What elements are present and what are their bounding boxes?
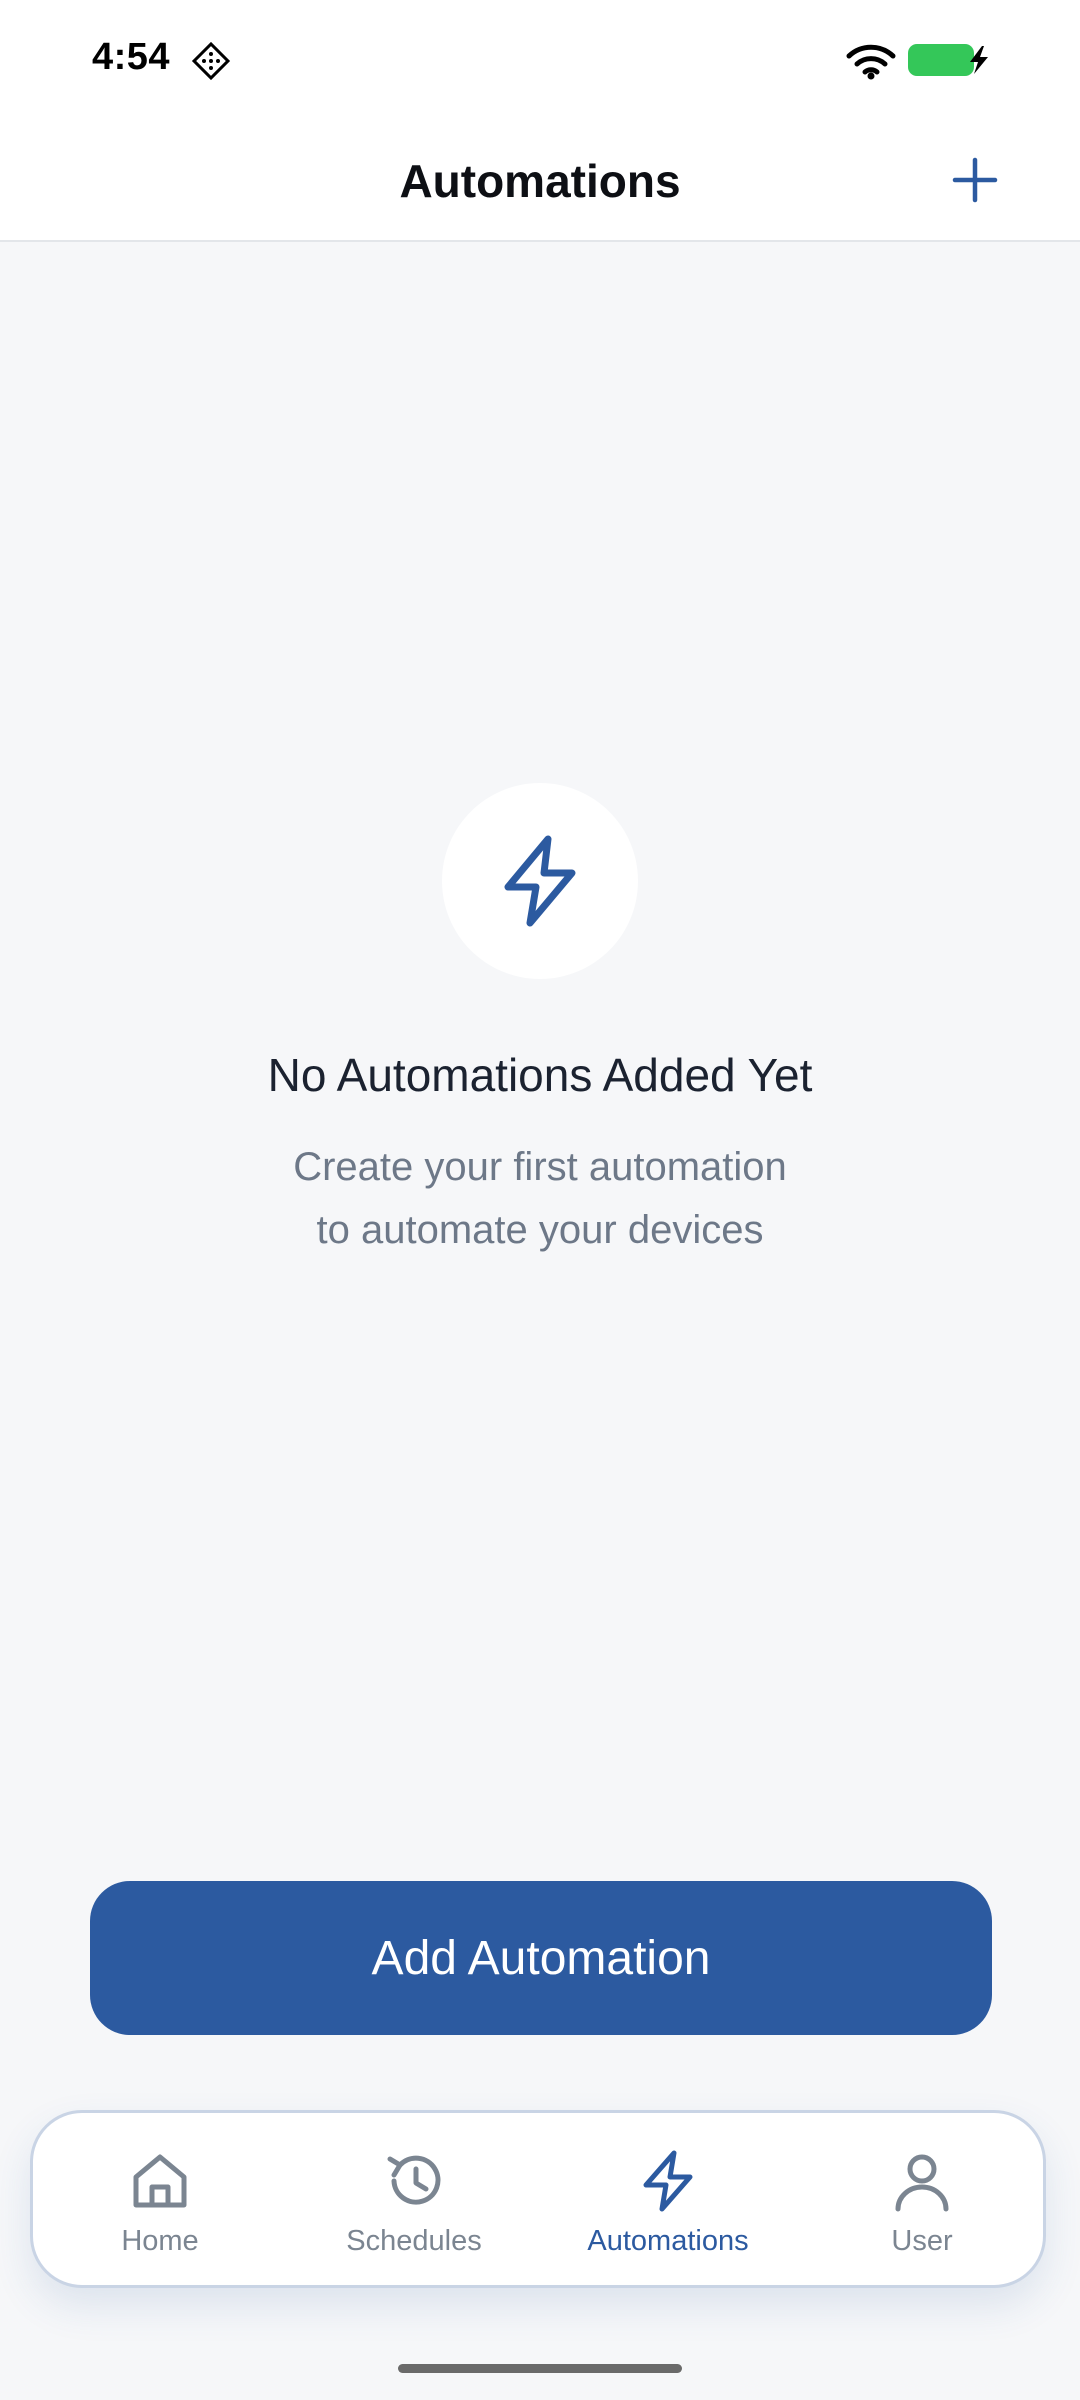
lightning-bolt-icon [504,835,576,927]
bottom-navigation: Home Schedules Automations User [30,2110,1046,2288]
user-icon [895,2154,949,2212]
add-automation-button[interactable]: Add Automation [90,1881,992,2035]
nav-item-automations[interactable]: Automations [541,2113,795,2285]
nav-label-user: User [891,2225,953,2257]
status-bar: 4:54 [0,0,1080,120]
nav-label-automations: Automations [587,2225,749,2257]
focus-mode-icon [191,41,231,81]
status-time: 4:54 [92,36,171,78]
battery-charging-icon [908,44,988,76]
page-title: Automations [399,155,681,207]
empty-state-title: No Automations Added Yet [267,1049,813,1101]
plus-icon[interactable] [945,150,1005,210]
nav-item-user[interactable]: User [795,2113,1049,2285]
nav-item-schedules[interactable]: Schedules [287,2113,541,2285]
nav-label-schedules: Schedules [346,2225,482,2257]
empty-state-icon-container [442,783,638,979]
empty-state-subtitle: to automate your devices [316,1208,764,1252]
lightning-bolt-icon [643,2150,693,2212]
app-header: Automations [0,120,1080,242]
nav-item-home[interactable]: Home [33,2113,287,2285]
history-icon [387,2155,441,2205]
nav-label-home: Home [121,2225,199,2257]
empty-state-subtitle: Create your first automation [293,1145,787,1189]
wifi-icon [846,44,896,80]
home-indicator[interactable] [398,2364,682,2373]
home-icon [133,2154,187,2208]
